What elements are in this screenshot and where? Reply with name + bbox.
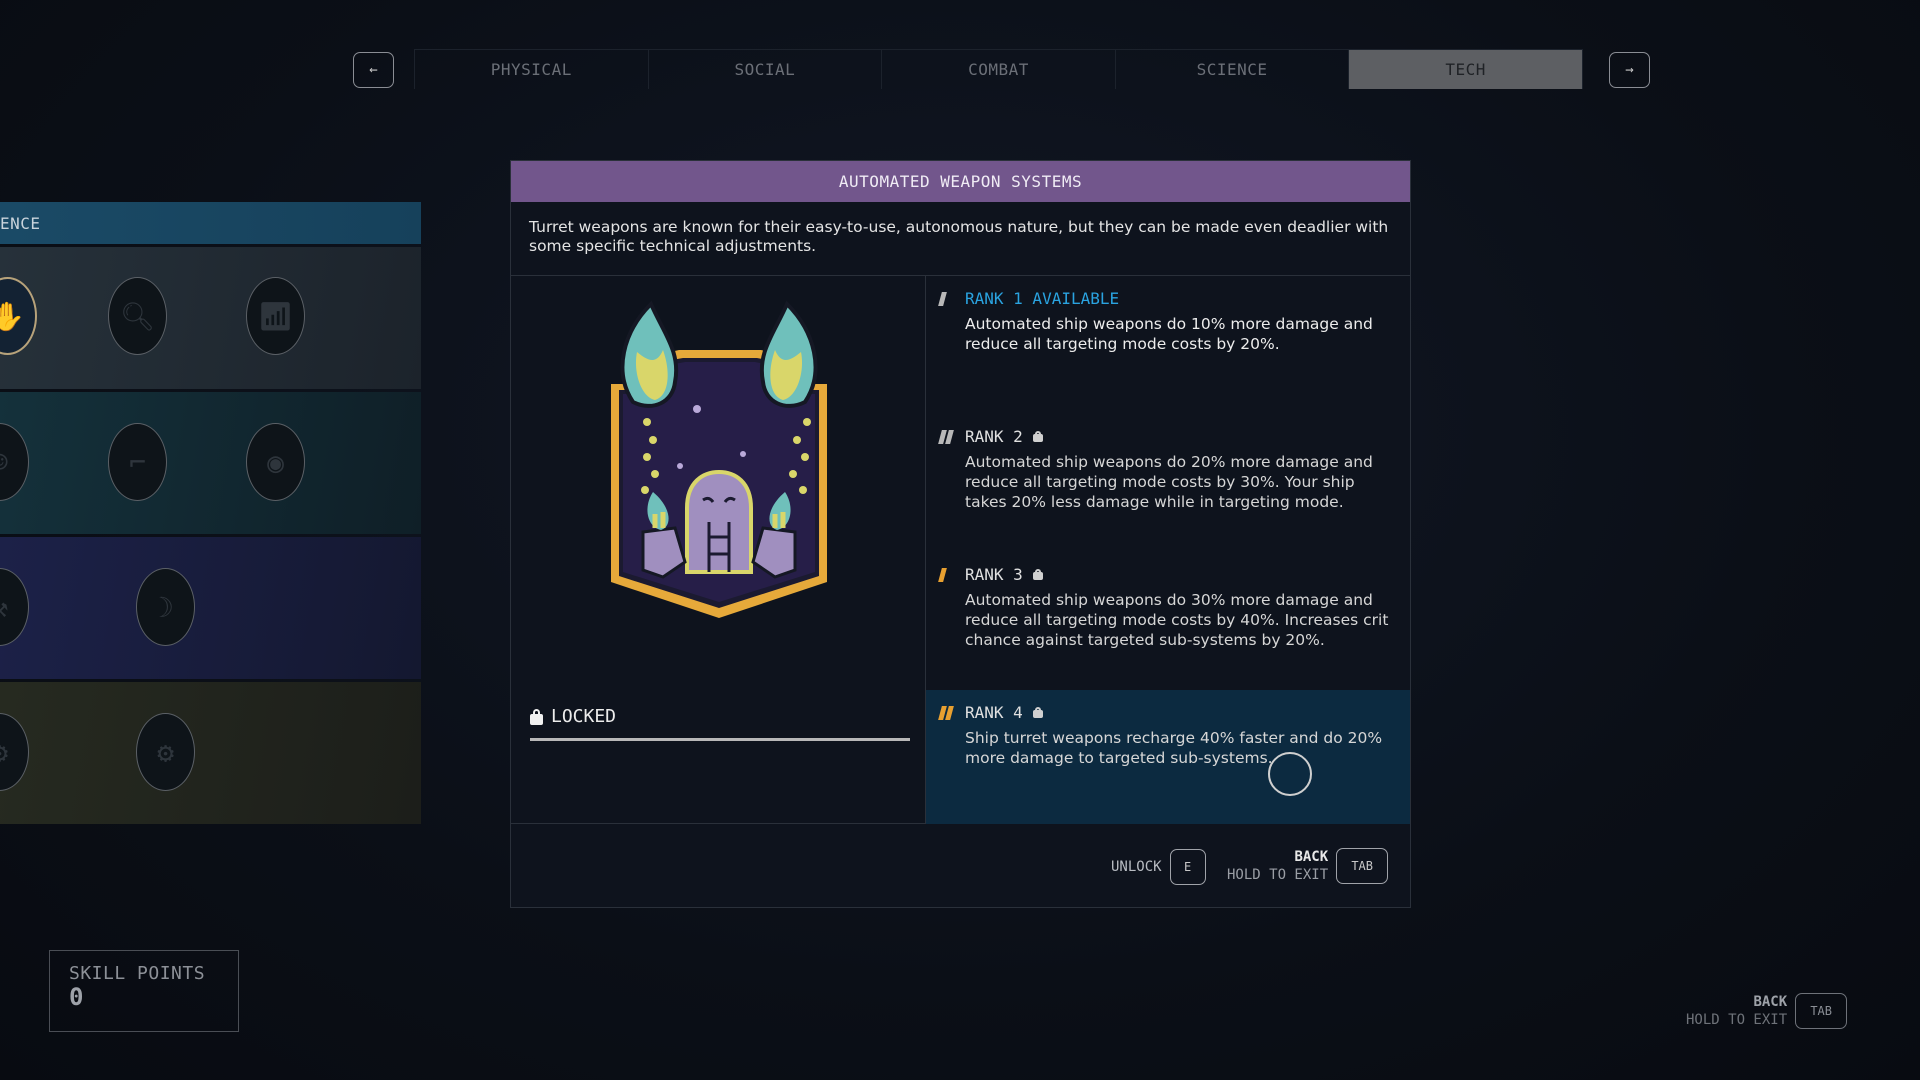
tab-label: SOCIAL [734, 60, 796, 79]
scanner-skill-badge[interactable]: 📶︎ [246, 277, 305, 355]
medicine-skill-badge[interactable]: ✋ [0, 277, 37, 355]
global-hold-to-exit-label: HOLD TO EXIT [1686, 1012, 1788, 1028]
rank-1-entry[interactable]: RANK 1 AVAILABLE Automated ship weapons … [926, 276, 1410, 414]
skill-status-label: LOCKED [551, 706, 617, 727]
global-back-label: BACK [1753, 994, 1788, 1010]
skill-tier-row-4: ⚙ ⚙ [0, 682, 421, 824]
skill-tree-header-label: ENCE [0, 213, 41, 233]
automated-weapon-systems-patch-icon [611, 300, 827, 618]
planet-explorer-skill-badge[interactable]: ☽ [136, 568, 195, 646]
skill-title-bar: AUTOMATED WEAPON SYSTEMS [511, 161, 1410, 202]
rank-4-description: Ship turret weapons recharge 40% faster … [965, 729, 1383, 767]
lock-icon [1032, 430, 1043, 442]
unlock-action[interactable]: UNLOCK E [1111, 849, 1206, 885]
global-back-key-tab: TAB [1795, 993, 1848, 1029]
scanner-icon: 📶︎ [257, 299, 294, 333]
arrow-left-icon: ← [369, 62, 378, 78]
tab-tech[interactable]: TECH [1349, 50, 1583, 89]
rank-3-entry[interactable]: RANK 3 Automated ship weapons do 30% mor… [926, 552, 1410, 690]
tab-label: PHYSICAL [490, 60, 572, 79]
tab-label: COMBAT [968, 60, 1029, 79]
category-tabs: PHYSICAL SOCIAL COMBAT SCIENCE TECH [414, 49, 1583, 89]
next-category-button[interactable]: → [1609, 52, 1650, 88]
rank-2-title: RANK 2 [965, 426, 1023, 446]
astronaut-icon: ☺ [0, 446, 8, 479]
back-key-tab: TAB [1336, 848, 1389, 884]
bandaged-hand-icon: ✋ [0, 299, 25, 333]
hold-to-exit-label: HOLD TO EXIT [1227, 867, 1329, 883]
skill-points-value: 0 [69, 983, 84, 1011]
rank-4-entry[interactable]: RANK 4 Ship turret weapons recharge 40% … [926, 690, 1410, 824]
rank-2-pip-icon [938, 430, 954, 444]
skill-badge-column: LOCKED [511, 276, 926, 823]
skill-description: Turret weapons are known for their easy-… [511, 202, 1410, 276]
tab-label: TECH [1445, 60, 1486, 79]
lock-icon [1032, 568, 1043, 580]
planet-creature-icon: ◉ [267, 445, 284, 479]
rank-3-pip-icon [938, 568, 947, 582]
skill-tier-row-1: ✋ 🔍︎ 📶︎ [0, 247, 421, 389]
rank-4-pip-icon [938, 706, 954, 720]
tab-social[interactable]: SOCIAL [649, 50, 883, 89]
tab-physical[interactable]: PHYSICAL [415, 50, 649, 89]
previous-category-button[interactable]: ← [353, 52, 394, 88]
global-back-action[interactable]: BACK HOLD TO EXIT TAB [1686, 993, 1848, 1029]
unlock-label: UNLOCK [1111, 859, 1162, 875]
skill-title: AUTOMATED WEAPON SYSTEMS [838, 172, 1083, 191]
skill-tree-sidebar: ENCE ✋ 🔍︎ 📶︎ ☺ ⌐ ◉ ⚒ ☽ ⚙ [0, 202, 421, 824]
panel-footer: UNLOCK E BACK HOLD TO EXIT TAB [511, 824, 1410, 908]
unlock-key-e: E [1169, 849, 1206, 885]
document-magnifier-icon: 🔍︎ [119, 299, 156, 333]
skill-tier-row-3: ⚒ ☽ [0, 537, 421, 679]
tools-skill-badge[interactable]: ⚒ [0, 568, 29, 646]
research-skill-badge[interactable]: 🔍︎ [108, 277, 167, 355]
skill-progress-bar [530, 738, 910, 741]
tab-combat[interactable]: COMBAT [882, 50, 1116, 89]
rank-2-description: Automated ship weapons do 20% more damag… [965, 453, 1373, 511]
skill-status: LOCKED [530, 706, 616, 727]
engineering-compass-skill-badge[interactable]: ⚙ [136, 713, 195, 791]
arrow-right-icon: → [1625, 62, 1634, 78]
rank-1-pip-icon [938, 292, 947, 306]
device-icon: ⚙ [0, 736, 8, 769]
explorer-on-moon-icon: ☽ [157, 590, 174, 624]
planet-creature-skill-badge[interactable]: ◉ [246, 423, 305, 501]
rank-1-description: Automated ship weapons do 10% more damag… [965, 315, 1373, 353]
rank-1-title: RANK 1 AVAILABLE [965, 288, 1120, 308]
rank-2-entry[interactable]: RANK 2 Automated ship weapons do 20% mor… [926, 414, 1410, 552]
compass-gear-icon: ⚙ [157, 735, 174, 769]
lock-icon [1032, 706, 1043, 718]
rank-list: RANK 1 AVAILABLE Automated ship weapons … [926, 276, 1410, 824]
tab-label: SCIENCE [1196, 60, 1268, 79]
tools-icon: ⚒ [0, 591, 8, 624]
lock-icon [530, 708, 543, 725]
weapon-schematic-skill-badge[interactable]: ⌐ [108, 423, 167, 501]
skill-tree-header: ENCE [0, 202, 421, 244]
skill-points-box: SKILL POINTS 0 [49, 950, 239, 1032]
device-skill-badge[interactable]: ⚙ [0, 713, 29, 791]
pistol-schematic-icon: ⌐ [129, 445, 146, 479]
rank-4-title: RANK 4 [965, 702, 1023, 722]
rank-3-description: Automated ship weapons do 30% more damag… [965, 591, 1389, 649]
skill-detail-panel: AUTOMATED WEAPON SYSTEMS Turret weapons … [510, 160, 1411, 908]
back-action[interactable]: BACK HOLD TO EXIT TAB [1227, 848, 1389, 884]
back-label: BACK [1294, 849, 1329, 865]
astronaut-skill-badge[interactable]: ☺ [0, 423, 29, 501]
skill-points-label: SKILL POINTS [69, 963, 206, 984]
tab-science[interactable]: SCIENCE [1116, 50, 1350, 89]
rank-3-title: RANK 3 [965, 564, 1023, 584]
skill-tier-row-2: ☺ ⌐ ◉ [0, 392, 421, 534]
